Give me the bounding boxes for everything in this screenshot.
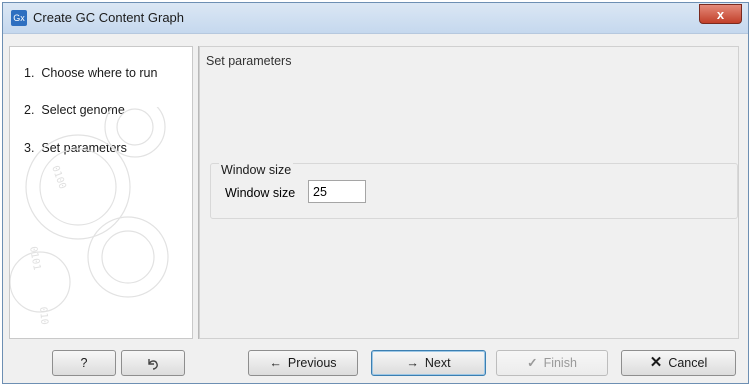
steps-panel: 1. Choose where to run 2. Select genome …: [9, 46, 193, 339]
window-size-input[interactable]: [308, 180, 366, 203]
checkmark-icon: ✓: [527, 356, 538, 370]
step-label: Choose where to run: [41, 66, 158, 80]
group-title: Window size: [219, 163, 294, 177]
svg-text:0101: 0101: [27, 246, 42, 272]
decorative-watermark: 0100 0101 010: [10, 107, 169, 325]
close-button[interactable]: x: [699, 4, 742, 24]
cancel-label: Cancel: [668, 356, 708, 370]
parameters-panel: Set parameters Window size Window size: [199, 46, 739, 339]
app-icon: Gx: [11, 10, 27, 26]
cancel-button[interactable]: ✕ Cancel: [621, 350, 736, 376]
svg-text:0100: 0100: [49, 164, 68, 190]
window-title: Create GC Content Graph: [33, 10, 185, 25]
next-button[interactable]: → Next: [371, 350, 486, 376]
panel-title: Set parameters: [206, 54, 292, 68]
window-size-group: Window size Window size: [210, 163, 738, 219]
help-button[interactable]: ?: [52, 350, 116, 376]
arrow-left-icon: ←: [269, 356, 282, 370]
x-icon: ✕: [649, 354, 663, 371]
reset-button[interactable]: [121, 350, 185, 376]
previous-button[interactable]: ← Previous: [248, 350, 358, 376]
next-label: Next: [424, 356, 451, 370]
arrow-right-icon: →: [406, 356, 419, 370]
step-1: 1. Choose where to run: [24, 66, 157, 80]
window-size-label: Window size: [225, 186, 296, 200]
svg-text:010: 010: [37, 306, 50, 325]
previous-label: Previous: [287, 356, 337, 370]
finish-label: Finish: [543, 356, 577, 370]
finish-button[interactable]: ✓ Finish: [496, 350, 608, 376]
title-bar[interactable]: Gx Create GC Content Graph x: [3, 3, 748, 34]
reset-icon: [146, 356, 160, 370]
help-label: ?: [80, 356, 88, 370]
step-number: 1.: [24, 66, 35, 80]
